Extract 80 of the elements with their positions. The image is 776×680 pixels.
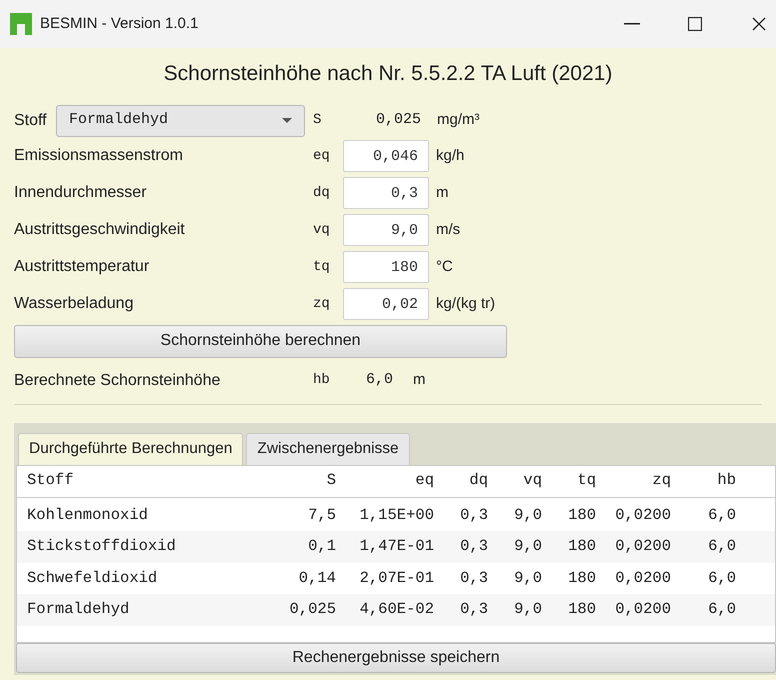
table-cell-text: 9,0 [513,599,542,620]
input-field[interactable]: 0,046 [343,140,429,172]
input-field[interactable]: 0,02 [343,288,429,320]
calculate-button[interactable]: Schornsteinhöhe berechnen [14,324,507,358]
column-header[interactable]: zq [596,469,671,493]
field-label: Emissionsmassenstrom [14,146,184,166]
table-cell-text: 9,0 [513,504,542,526]
minimize-icon[interactable] [624,23,640,25]
tab[interactable]: Durchgeführte Berechnungen [18,432,244,464]
input-field[interactable]: 9,0 [343,214,429,246]
table-cell-text: Schwefeldioxid [27,568,158,589]
table-cell-text: 7,5 [307,504,336,526]
table-cell-text: 180 [567,504,596,526]
table-cell-text: 0,0200 [614,568,671,589]
unit-label: m [413,370,426,390]
table-cell-text: 0,025 [288,599,336,620]
table-cell-text: 0,3 [459,536,488,558]
maximize-icon[interactable] [688,17,702,31]
table-cell-text: Stickstoffdioxid [27,536,177,558]
unit-label: m [436,182,448,203]
table-cell-text: 9,0 [513,536,542,558]
table-cell-text: Formaldehyd [27,599,130,620]
window-title: BESMIN - Version 1.0.1 [40,14,198,34]
save-button[interactable]: Rechenergebnisse speichern [16,642,776,672]
field-label: Stoff [14,110,48,130]
table-cell-text: 180 [567,536,596,558]
column-header[interactable]: hb [671,469,736,493]
column-header[interactable]: eq [336,469,434,493]
table-cell-text: 0,0200 [614,599,671,620]
column-header[interactable]: tq [542,469,596,493]
column-header[interactable]: dq [434,469,488,493]
field-label: Austrittstemperatur [14,257,150,277]
table-cell-text: 1,47E-01 [358,536,434,558]
unit-label: kg/(kg tr) [436,294,496,314]
table-cell-text: 0,0200 [614,536,671,558]
table-cell-text: 2,07E-01 [358,568,434,589]
input-field[interactable]: 0,3 [343,177,429,209]
close-icon[interactable] [752,17,766,31]
table-cell-text: 0,3 [459,568,488,589]
unit-label: mg/m³ [437,110,480,130]
column-header[interactable]: vq [488,469,542,493]
table-cell-text: 180 [567,599,596,620]
table-cell-text: 180 [567,568,596,589]
symbol-label: dq [313,184,331,202]
table-cell-text: 6,0 [707,536,736,558]
table-cell-text: 0,1 [307,536,336,558]
symbol-label: eq [313,146,331,166]
field-label: Austrittsgeschwindigkeit [14,220,186,240]
table-cell-text: 6,0 [707,599,736,620]
unit-label: m/s [436,220,460,240]
symbol-label: hb [313,371,331,390]
table-cell-text: 9,0 [513,568,542,589]
symbol-label: zq [313,294,331,314]
field-label: Innendurchmesser [14,183,148,203]
table-cell-text: 1,15E+00 [358,504,434,526]
result-value: 6,0 [364,370,393,390]
symbol-label: S [313,111,322,130]
table-cell-text: 0,3 [459,504,488,526]
field-label: Wasserbeladung [14,294,134,314]
tab[interactable]: Zwischenergebnisse [246,432,410,464]
dropdown-arrow-icon [282,118,292,123]
symbol-label: tq [313,258,331,276]
symbol-label: vq [313,220,331,240]
table-cell-text: 6,0 [707,568,736,589]
unit-label: °C [436,256,453,277]
form-heading: Schornsteinhöhe nach Nr. 5.5.2.2 TA Luft (2021) [162,61,614,87]
column-header[interactable]: Stoff [27,469,251,493]
substance-dropdown[interactable]: Formaldehyd [56,104,305,136]
table-cell-text: 4,60E-02 [358,599,434,620]
table-cell-text: 0,14 [298,568,336,589]
input-field[interactable]: 180 [343,251,429,283]
table-cell-text: 6,0 [707,504,736,526]
unit-label: kg/h [436,146,464,166]
app-logo-icon [10,13,32,35]
table-cell-text: 0,0200 [614,504,671,526]
table-cell-text: 0,3 [459,599,488,620]
table-cell-text: Kohlenmonoxid [27,504,149,526]
value-text: 0,025 [374,110,422,130]
column-header[interactable]: S [251,469,336,493]
result-label: Berechnete Schornsteinhöhe [14,370,222,390]
